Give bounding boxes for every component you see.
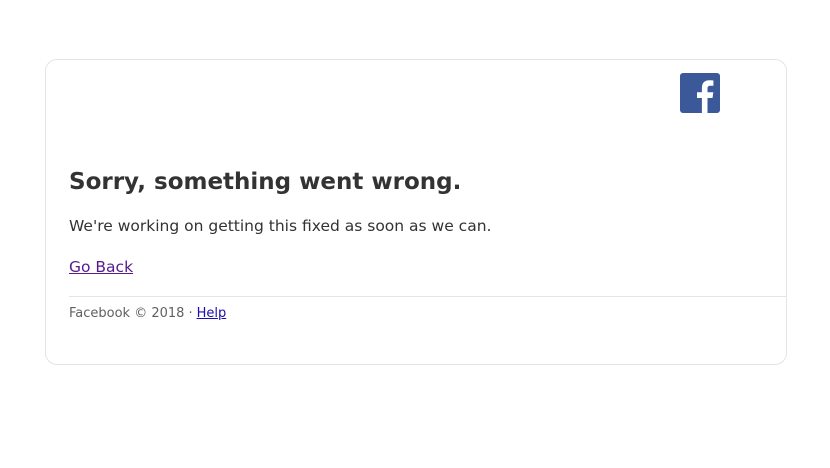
error-title: Sorry, something went wrong. (69, 169, 462, 195)
go-back-link[interactable]: Go Back (69, 258, 133, 276)
error-message: We're working on getting this fixed as s… (69, 217, 492, 235)
footer-copyright: Facebook © 2018 (69, 306, 185, 321)
error-card: Sorry, something went wrong. We're worki… (45, 59, 787, 365)
footer-divider (69, 296, 787, 297)
footer: Facebook © 2018 · Help (69, 306, 226, 321)
help-link[interactable]: Help (197, 306, 227, 321)
facebook-logo-icon (680, 73, 720, 113)
footer-separator: · (188, 306, 193, 321)
